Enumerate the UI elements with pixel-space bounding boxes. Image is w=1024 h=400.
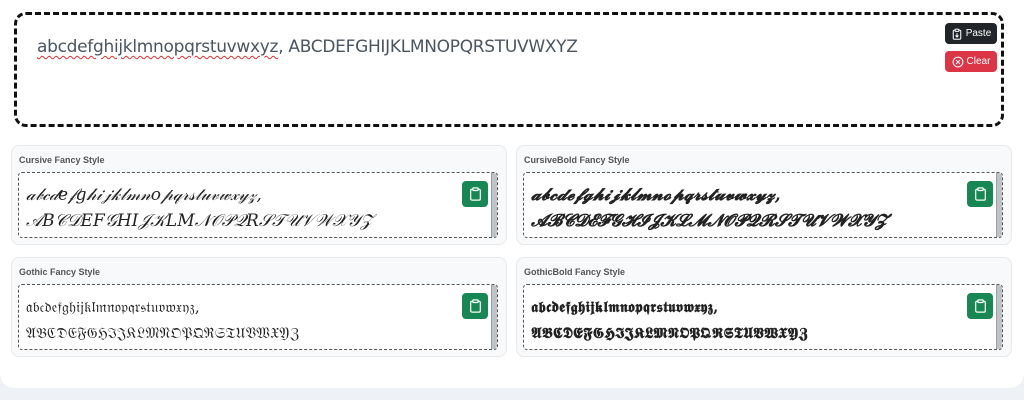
output-box[interactable]: 𝓪𝓫𝓬𝓭𝓮𝓯𝓰𝓱𝓲𝓳𝓴𝓵𝓶𝓷𝓸𝓹𝓺𝓻𝓼𝓽𝓾𝓿𝔀𝔁𝔂𝔃, 𝓐𝓑𝓒𝓓𝓔𝓕𝓖𝓗𝓘𝓙𝓚𝓛… — [523, 172, 1003, 238]
copy-button[interactable] — [967, 293, 993, 319]
copy-button[interactable] — [967, 181, 993, 207]
input-text-misspelled: abcdefghijklmnopqrstuvwxyz — [37, 37, 279, 57]
clear-label: Clear — [966, 56, 991, 67]
output-text[interactable]: 𝖆𝖇𝖈𝖉𝖊𝖋𝖌𝖍𝖎𝖏𝖐𝖑𝖒𝖓𝖔𝖕𝖖𝖗𝖘𝖙𝖚𝖛𝖜𝖝𝖞𝖟, 𝕬𝕭𝕮𝕯𝕰𝕱𝕲𝕳𝕴𝕵𝕶𝕷… — [531, 294, 951, 346]
clipboard-icon — [952, 28, 961, 40]
paste-label: Paste — [965, 28, 992, 39]
output-line-lowercase: 𝒶𝒷𝒸𝒹𝑒𝒻𝑔𝒽𝒾𝒿𝓀𝓁𝓂𝓃𝑜𝓅𝓆𝓇𝓈𝓉𝓊𝓋𝓌𝓍𝓎𝓏, — [26, 185, 262, 205]
input-text-rest: , ABCDEFGHIJKLMNOPQRSTUVWXYZ — [278, 37, 578, 57]
x-circle-icon — [952, 56, 963, 67]
output-line-uppercase: 𝔄𝔅ℭ𝔇𝔈𝔉𝔊ℌℑ𝔍𝔎𝔏𝔐𝔑𝔒𝔓𝔔ℜ𝔖𝔗𝔘𝔙𝔚𝔛𝔜ℨ — [26, 324, 300, 342]
copy-button[interactable] — [462, 181, 488, 207]
card-title: GothicBold Fancy Style — [524, 267, 626, 277]
text-input-area[interactable]: abcdefghijklmnopqrstuvwxyz, ABCDEFGHIJKL… — [14, 12, 1004, 127]
scrollbar[interactable] — [491, 173, 497, 237]
clipboard-icon — [469, 187, 481, 201]
input-text[interactable]: abcdefghijklmnopqrstuvwxyz, ABCDEFGHIJKL… — [37, 37, 917, 57]
scrollbar[interactable] — [491, 285, 497, 349]
paste-button[interactable]: Paste — [945, 23, 997, 44]
output-line-uppercase: 𝓐𝓑𝓒𝓓𝓔𝓕𝓖𝓗𝓘𝓙𝓚𝓛𝓜𝓝𝓞𝓟𝓠𝓡𝓢𝓣𝓤𝓥𝓦𝓧𝓨𝓩 — [531, 211, 888, 231]
scrollbar[interactable] — [996, 285, 1002, 349]
output-line-lowercase: 𝓪𝓫𝓬𝓭𝓮𝓯𝓰𝓱𝓲𝓳𝓴𝓵𝓶𝓷𝓸𝓹𝓺𝓻𝓼𝓽𝓾𝓿𝔀𝔁𝔂𝔃, — [531, 185, 781, 205]
copy-button[interactable] — [462, 293, 488, 319]
card-cursive-bold: CursiveBold Fancy Style 𝓪𝓫𝓬𝓭𝓮𝓯𝓰𝓱𝓲𝓳𝓴𝓵𝓶𝓷𝓸𝓹… — [516, 145, 1012, 245]
card-title: CursiveBold Fancy Style — [524, 155, 630, 165]
page: abcdefghijklmnopqrstuvwxyz, ABCDEFGHIJKL… — [0, 0, 1024, 388]
output-line-lowercase: 𝔞𝔟𝔠𝔡𝔢𝔣𝔤𝔥𝔦𝔧𝔨𝔩𝔪𝔫𝔬𝔭𝔮𝔯𝔰𝔱𝔲𝔳𝔴𝔵𝔶𝔷, — [26, 298, 200, 316]
card-gothic: Gothic Fancy Style 𝔞𝔟𝔠𝔡𝔢𝔣𝔤𝔥𝔦𝔧𝔨𝔩𝔪𝔫𝔬𝔭𝔮𝔯𝔰𝔱𝔲… — [11, 257, 507, 357]
output-text[interactable]: 𝓪𝓫𝓬𝓭𝓮𝓯𝓰𝓱𝓲𝓳𝓴𝓵𝓶𝓷𝓸𝓹𝓺𝓻𝓼𝓽𝓾𝓿𝔀𝔁𝔂𝔃, 𝓐𝓑𝓒𝓓𝓔𝓕𝓖𝓗𝓘𝓙𝓚𝓛… — [531, 182, 951, 234]
scrollbar[interactable] — [996, 173, 1002, 237]
card-title: Gothic Fancy Style — [19, 267, 101, 277]
output-box[interactable]: 𝔞𝔟𝔠𝔡𝔢𝔣𝔤𝔥𝔦𝔧𝔨𝔩𝔪𝔫𝔬𝔭𝔮𝔯𝔰𝔱𝔲𝔳𝔴𝔵𝔶𝔷, 𝔄𝔅ℭ𝔇𝔈𝔉𝔊ℌℑ𝔍𝔎𝔏… — [18, 284, 498, 350]
output-text[interactable]: 𝔞𝔟𝔠𝔡𝔢𝔣𝔤𝔥𝔦𝔧𝔨𝔩𝔪𝔫𝔬𝔭𝔮𝔯𝔰𝔱𝔲𝔳𝔴𝔵𝔶𝔷, 𝔄𝔅ℭ𝔇𝔈𝔉𝔊ℌℑ𝔍𝔎𝔏… — [26, 294, 446, 346]
clear-button[interactable]: Clear — [945, 51, 997, 72]
output-line-uppercase: 𝕬𝕭𝕮𝕯𝕰𝕱𝕲𝕳𝕴𝕵𝕶𝕷𝕸𝕹𝕺𝕻𝕼𝕽𝕾𝕿𝖀𝖁𝖂𝖃𝖄𝖅 — [531, 324, 808, 342]
card-gothic-bold: GothicBold Fancy Style 𝖆𝖇𝖈𝖉𝖊𝖋𝖌𝖍𝖎𝖏𝖐𝖑𝖒𝖓𝖔𝖕𝖖… — [516, 257, 1012, 357]
card-title: Cursive Fancy Style — [19, 155, 105, 165]
output-line-lowercase: 𝖆𝖇𝖈𝖉𝖊𝖋𝖌𝖍𝖎𝖏𝖐𝖑𝖒𝖓𝖔𝖕𝖖𝖗𝖘𝖙𝖚𝖛𝖜𝖝𝖞𝖟, — [531, 298, 719, 316]
clipboard-icon — [469, 299, 481, 313]
card-cursive: Cursive Fancy Style 𝒶𝒷𝒸𝒹𝑒𝒻𝑔𝒽𝒾𝒿𝓀𝓁𝓂𝓃𝑜𝓅𝓆𝓇𝓈𝓉… — [11, 145, 507, 245]
output-line-uppercase: 𝒜𝐵𝒞𝒟𝐸𝐹𝒢𝐻𝐼𝒥𝒦𝐿𝑀𝒩𝒪𝒫𝒬𝑅𝒮𝒯𝒰𝒱𝒲𝒳𝒴𝒵 — [26, 211, 374, 231]
output-text[interactable]: 𝒶𝒷𝒸𝒹𝑒𝒻𝑔𝒽𝒾𝒿𝓀𝓁𝓂𝓃𝑜𝓅𝓆𝓇𝓈𝓉𝓊𝓋𝓌𝓍𝓎𝓏, 𝒜𝐵𝒞𝒟𝐸𝐹𝒢𝐻𝐼𝒥𝒦𝐿… — [26, 182, 446, 234]
clipboard-icon — [974, 187, 986, 201]
output-box[interactable]: 𝖆𝖇𝖈𝖉𝖊𝖋𝖌𝖍𝖎𝖏𝖐𝖑𝖒𝖓𝖔𝖕𝖖𝖗𝖘𝖙𝖚𝖛𝖜𝖝𝖞𝖟, 𝕬𝕭𝕮𝕯𝕰𝕱𝕲𝕳𝕴𝕵𝕶𝕷… — [523, 284, 1003, 350]
clipboard-icon — [974, 299, 986, 313]
output-box[interactable]: 𝒶𝒷𝒸𝒹𝑒𝒻𝑔𝒽𝒾𝒿𝓀𝓁𝓂𝓃𝑜𝓅𝓆𝓇𝓈𝓉𝓊𝓋𝓌𝓍𝓎𝓏, 𝒜𝐵𝒞𝒟𝐸𝐹𝒢𝐻𝐼𝒥𝒦𝐿… — [18, 172, 498, 238]
